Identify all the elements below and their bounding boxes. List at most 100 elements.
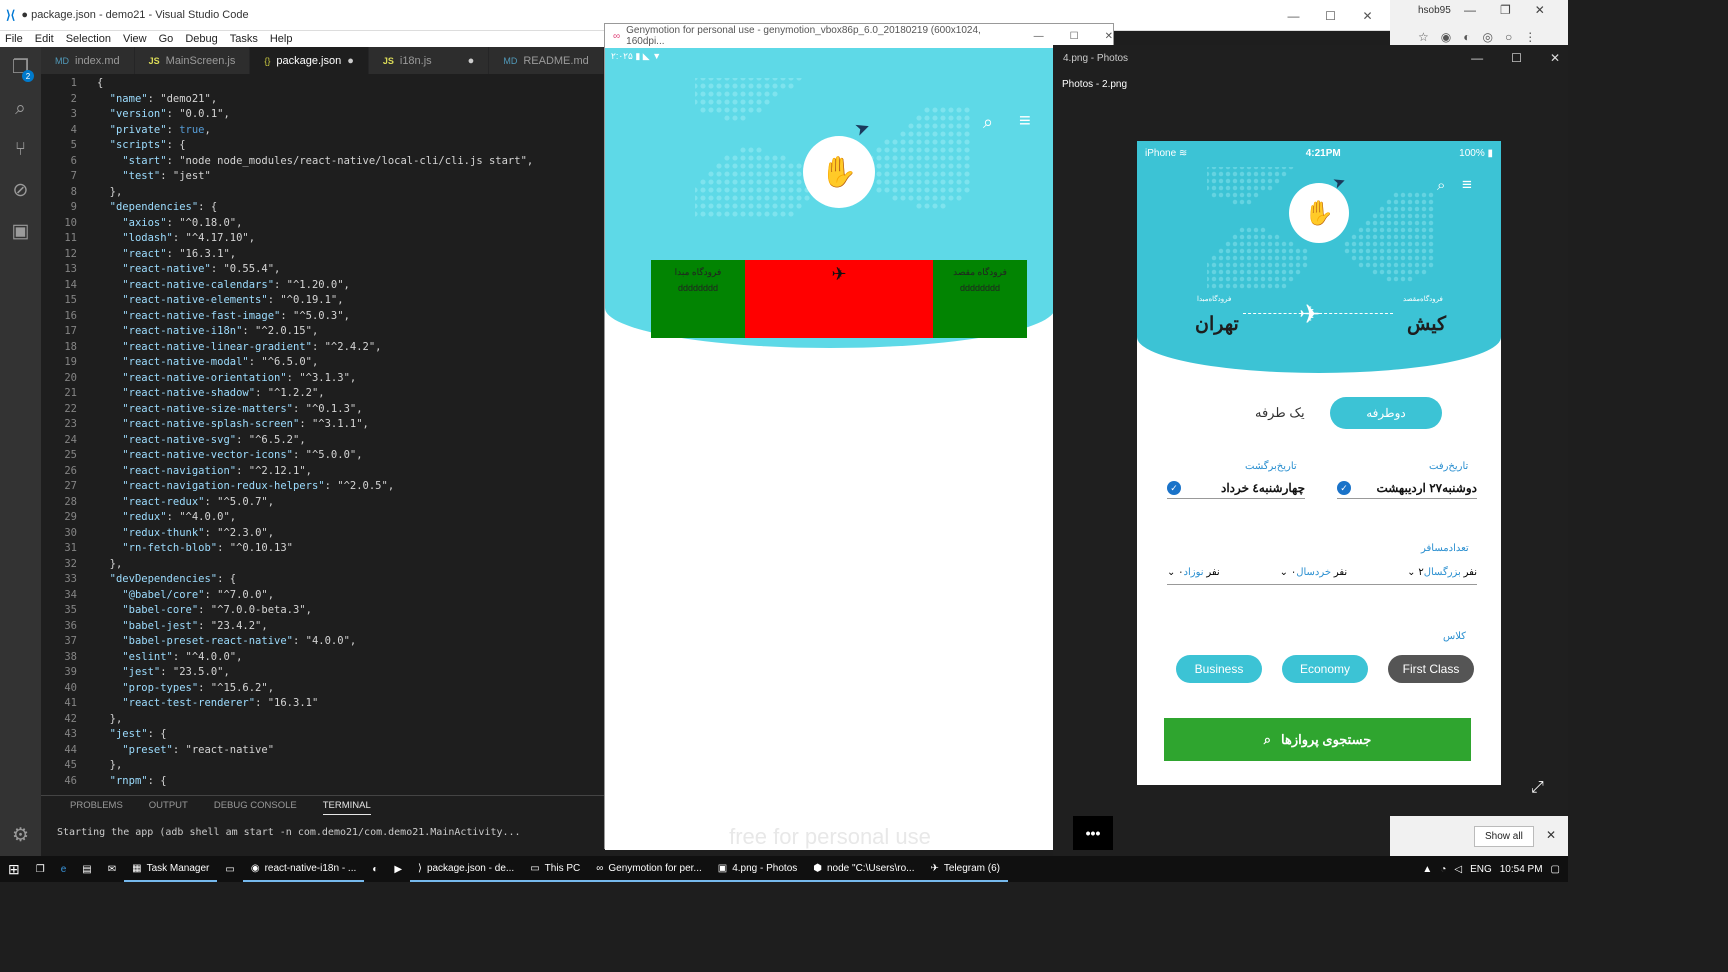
infant-selector[interactable]: ⌄ ۰نفر نوزاد <box>1167 567 1220 578</box>
minimize-button[interactable]: — <box>1275 0 1312 31</box>
menu-file[interactable]: File <box>5 33 23 45</box>
taskbar-genymotion[interactable]: ∞ Genymotion for per... <box>588 856 710 882</box>
code-line[interactable]: "start": "node node_modules/react-native… <box>97 155 533 167</box>
taskbar-task-manager[interactable]: ▦ Task Manager <box>124 856 218 882</box>
code-line[interactable]: "babel-core": "^7.0.0-beta.3", <box>97 604 312 616</box>
search-icon[interactable]: ⌕ <box>0 88 41 129</box>
maximize-button[interactable]: ☐ <box>1312 0 1349 31</box>
code-line[interactable]: "react-test-renderer": "16.3.1" <box>97 697 318 709</box>
menu-debug[interactable]: Debug <box>185 33 217 45</box>
network-icon[interactable]: ◔ <box>1440 864 1446 875</box>
code-line[interactable]: "babel-preset-react-native": "4.0.0", <box>97 635 356 647</box>
code-line[interactable]: "react-native": "0.55.4", <box>97 263 280 275</box>
app-icon[interactable]: ◐ <box>364 856 386 882</box>
tray-icon[interactable]: ▲ <box>1422 864 1432 875</box>
code-line[interactable]: "version": "0.0.1", <box>97 108 230 120</box>
code-line[interactable]: { <box>97 77 103 89</box>
destination-city[interactable]: کیش <box>1407 313 1446 336</box>
language-indicator[interactable]: ENG <box>1470 864 1492 875</box>
code-line[interactable]: "react-native-vector-icons": "^5.0.0", <box>97 449 362 461</box>
code-line[interactable]: "react-native-linear-gradient": "^2.4.2"… <box>97 341 381 353</box>
browser-user[interactable]: hsob95 <box>1418 5 1451 16</box>
tab-readme-md[interactable]: MD README.md <box>489 47 604 74</box>
class-economy-button[interactable]: Economy <box>1282 655 1368 683</box>
code-line[interactable]: "prop-types": "^15.6.2", <box>97 682 274 694</box>
task-view-icon[interactable]: ❐ <box>28 856 53 882</box>
search-icon[interactable]: ⌕ <box>983 112 993 133</box>
return-date-field[interactable]: ✓ چهارشنبه٤ خرداد <box>1167 481 1305 499</box>
code-line[interactable]: "axios": "^0.18.0", <box>97 217 242 229</box>
emulator-screen[interactable]: ۲:۰۲۵ ▮ ◣ ▼ ✋ ➤ ⌕ ≡ فرودگاه مبدا ddddddd… <box>605 48 1055 850</box>
search-icon[interactable]: ⌕ <box>1437 177 1445 194</box>
close-button[interactable]: ✕ <box>1535 3 1545 17</box>
code-line[interactable]: "react-navigation": "^2.12.1", <box>97 465 312 477</box>
edge-icon[interactable]: e <box>53 856 75 882</box>
child-selector[interactable]: ⌄ ۰نفر خردسال <box>1280 567 1348 578</box>
store-icon[interactable]: ▤ <box>74 856 99 882</box>
more-options-button[interactable]: ••• <box>1073 816 1113 850</box>
menu-edit[interactable]: Edit <box>35 33 54 45</box>
notification-icon[interactable]: ▢ <box>1551 864 1560 875</box>
code-line[interactable]: "eslint": "^4.0.0", <box>97 651 242 663</box>
maximize-button[interactable]: ☐ <box>1511 51 1522 65</box>
search-flights-button[interactable]: ⌕ جستجوی پروازها <box>1164 718 1471 761</box>
code-line[interactable]: "lodash": "^4.17.10", <box>97 232 255 244</box>
menu-go[interactable]: Go <box>159 33 174 45</box>
star-icon[interactable]: ☆ <box>1418 30 1429 44</box>
extensions-icon[interactable]: ▣ <box>0 211 41 252</box>
code-line[interactable]: "name": "demo21", <box>97 93 217 105</box>
volume-icon[interactable]: ◁ <box>1454 864 1462 875</box>
code-line[interactable]: "redux-thunk": "^2.3.0", <box>97 527 274 539</box>
code-line[interactable]: }, <box>97 713 123 725</box>
mail-icon[interactable]: ✉ <box>100 856 124 882</box>
code-line[interactable]: "react-native-svg": "^6.5.2", <box>97 434 305 446</box>
code-editor[interactable]: 1 {2 "name": "demo21", 3 "version": "0.0.1… <box>41 75 604 787</box>
clock[interactable]: 10:54 PM <box>1500 864 1543 875</box>
roundtrip-button[interactable]: دوطرفه <box>1330 397 1442 429</box>
profile-icon[interactable]: ◎ <box>1483 30 1493 44</box>
adult-selector[interactable]: ⌄ ۲نفر بزرگسال <box>1407 567 1477 578</box>
cmd-icon[interactable]: ▭ <box>217 856 242 882</box>
menu-view[interactable]: View <box>123 33 147 45</box>
source-control-icon[interactable]: ⑂ <box>0 129 41 170</box>
code-line[interactable]: "devDependencies": { <box>97 573 236 585</box>
menu-tasks[interactable]: Tasks <box>230 33 258 45</box>
origin-airport-box[interactable]: فرودگاه مبدا dddddddd <box>651 260 745 338</box>
unsaved-dot-icon[interactable]: ● <box>468 55 475 67</box>
code-line[interactable]: }, <box>97 558 123 570</box>
code-line[interactable]: "jest": { <box>97 728 167 740</box>
tab-mainscreen-js[interactable]: JS MainScreen.js <box>134 47 251 74</box>
oneway-button[interactable]: یک طرفه <box>1255 405 1305 421</box>
terminal-output[interactable]: Starting the app (adb shell am start -n … <box>41 815 604 838</box>
menu-help[interactable]: Help <box>270 33 293 45</box>
hamburger-menu-icon[interactable]: ≡ <box>1462 175 1472 195</box>
depart-date-field[interactable]: ✓ دوشنبه۲۷ اردیبهشت <box>1337 481 1477 499</box>
origin-city[interactable]: تهران <box>1195 313 1239 336</box>
close-icon[interactable]: ✕ <box>1546 828 1556 842</box>
explorer-icon[interactable]: ❐ 2 <box>0 47 41 88</box>
panel-tab-problems[interactable]: PROBLEMS <box>70 800 123 815</box>
panel-tab-terminal[interactable]: TERMINAL <box>322 800 371 815</box>
code-line[interactable]: "react-native-shadow": "^1.2.2", <box>97 387 324 399</box>
show-all-button[interactable]: Show all <box>1474 826 1534 847</box>
destination-airport-box[interactable]: فرودگاه مقصد dddddddd <box>933 260 1027 338</box>
code-line[interactable]: "dependencies": { <box>97 201 218 213</box>
debug-icon[interactable]: ⊘ <box>0 170 41 211</box>
close-button[interactable]: ✕ <box>1349 0 1386 31</box>
tab-index-md[interactable]: MD index.md <box>41 47 135 74</box>
close-button[interactable]: ✕ <box>1550 51 1560 65</box>
minimize-button[interactable]: — <box>1464 3 1476 17</box>
extension-icon[interactable]: ◉ <box>1441 30 1451 44</box>
code-line[interactable]: "react-native-size-matters": "^0.1.3", <box>97 403 362 415</box>
code-line[interactable]: "test": "jest" <box>97 170 211 182</box>
minimize-button[interactable]: — <box>1471 51 1483 65</box>
menu-selection[interactable]: Selection <box>66 33 111 45</box>
code-line[interactable]: "@babel/core": "^7.0.0", <box>97 589 274 601</box>
unsaved-dot-icon[interactable]: ● <box>347 55 354 67</box>
code-line[interactable]: "preset": "react-native" <box>97 744 274 756</box>
code-line[interactable]: "react-native-elements": "^0.19.1", <box>97 294 343 306</box>
code-line[interactable]: "react-native-modal": "^6.5.0", <box>97 356 318 368</box>
taskbar-chrome[interactable]: ◉ react-native-i18n - ... <box>242 856 365 882</box>
tab-i18n-js[interactable]: JS i18n.js ● <box>368 47 490 74</box>
code-line[interactable]: "react-native-splash-screen": "^3.1.1", <box>97 418 369 430</box>
